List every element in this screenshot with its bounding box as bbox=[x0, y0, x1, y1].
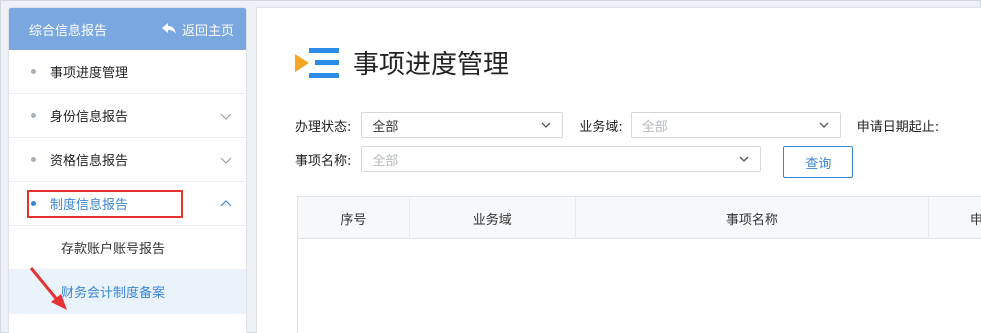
reply-arrow-icon bbox=[161, 23, 176, 34]
page-title-text: 事项进度管理 bbox=[353, 50, 510, 80]
bullet-icon bbox=[31, 113, 36, 118]
sidebar-item-identity[interactable]: 身份信息报告 bbox=[9, 94, 246, 138]
table-header: 序号 业务域 事项名称 申 bbox=[298, 197, 981, 239]
annotation-arrow-icon bbox=[29, 267, 67, 310]
date-range-label: 申请日期起止: bbox=[856, 119, 940, 135]
sub-item-label: 存款账户账号报告 bbox=[61, 242, 166, 257]
sidebar-item-progress[interactable]: 事项进度管理 bbox=[9, 50, 246, 94]
sidebar-item-system[interactable]: 制度信息报告 bbox=[9, 182, 246, 226]
sidebar-item-label: 资格信息报告 bbox=[50, 154, 129, 169]
domain-label: 业务域: bbox=[579, 119, 623, 135]
status-value: 全部 bbox=[372, 119, 399, 135]
page-title: 事项进度管理 bbox=[295, 44, 509, 81]
chevron-down-icon bbox=[220, 113, 232, 120]
sidebar-header: 综合信息报告 返回主页 bbox=[9, 8, 246, 50]
sidebar-title: 综合信息报告 bbox=[29, 23, 108, 39]
sidebar-item-label: 身份信息报告 bbox=[50, 110, 129, 125]
highlight-box bbox=[27, 190, 183, 218]
column-header[interactable]: 申 bbox=[929, 197, 981, 239]
filter-panel: 办理状态: 全部 业务域: 全部 申请日期起止: 事项名称: 全部 查询 bbox=[295, 112, 939, 180]
sidebar: 综合信息报告 返回主页 事项进度管理 身份信息报告 资格信息报告 制度信息报告 bbox=[8, 7, 247, 333]
list-menu-icon bbox=[295, 47, 339, 78]
home-label: 返回主页 bbox=[181, 23, 234, 39]
filter-row-1: 办理状态: 全部 业务域: 全部 申请日期起止: bbox=[295, 112, 939, 138]
column-header[interactable]: 序号 bbox=[298, 197, 410, 239]
chevron-up-icon bbox=[220, 199, 232, 206]
chevron-down-icon bbox=[541, 122, 551, 128]
status-label: 办理状态: bbox=[295, 119, 352, 135]
main-panel: 事项进度管理 办理状态: 全部 业务域: 全部 申请日期起止: 事项名称: 全部… bbox=[256, 7, 981, 333]
domain-value: 全部 bbox=[641, 119, 668, 135]
sidebar-item-qualification[interactable]: 资格信息报告 bbox=[9, 138, 246, 182]
home-button[interactable]: 返回主页 bbox=[161, 20, 234, 39]
status-select[interactable]: 全部 bbox=[361, 112, 564, 138]
chevron-down-icon bbox=[220, 157, 232, 164]
name-select[interactable]: 全部 bbox=[361, 146, 762, 172]
filter-row-2: 事项名称: 全部 查询 bbox=[295, 146, 939, 178]
column-header[interactable]: 事项名称 bbox=[576, 197, 930, 239]
results-table: 序号 业务域 事项名称 申 bbox=[297, 196, 981, 333]
bullet-icon bbox=[31, 69, 36, 74]
name-label: 事项名称: bbox=[295, 153, 352, 169]
sidebar-item-label: 事项进度管理 bbox=[50, 66, 129, 81]
name-value: 全部 bbox=[372, 153, 399, 169]
app-frame: 综合信息报告 返回主页 事项进度管理 身份信息报告 资格信息报告 制度信息报告 bbox=[0, 0, 981, 333]
sub-item-deposit-account[interactable]: 存款账户账号报告 bbox=[9, 226, 246, 270]
query-button[interactable]: 查询 bbox=[783, 146, 854, 178]
sub-item-label: 财务会计制度备案 bbox=[61, 286, 166, 301]
bullet-icon bbox=[31, 157, 36, 162]
chevron-down-icon bbox=[819, 122, 829, 128]
column-header[interactable]: 业务域 bbox=[410, 197, 576, 239]
domain-select[interactable]: 全部 bbox=[630, 112, 841, 138]
chevron-down-icon bbox=[739, 156, 749, 162]
